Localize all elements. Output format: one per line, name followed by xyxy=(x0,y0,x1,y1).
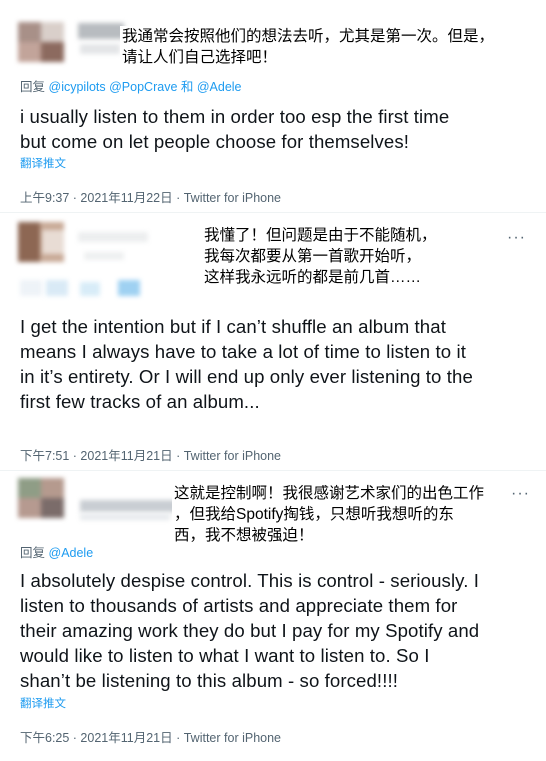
tweet-timestamp[interactable]: 上午9:37 · 2021年11月22日 · Twitter for iPhon… xyxy=(20,187,281,206)
tweet-timestamp[interactable]: 下午7:51 · 2021年11月21日 · Twitter for iPhon… xyxy=(20,445,281,464)
translation-overlay: 这就是控制啊！我很感谢艺术家们的出色工作 ，但我给Spotify掏钱，只想听我想… xyxy=(172,483,521,546)
tweet-text-line: I get the intention but if I can’t shuff… xyxy=(20,316,446,337)
tweet-text-line: first few tracks of an album... xyxy=(20,391,260,412)
replying-to: 回复 @Adele xyxy=(20,542,93,561)
tweet-text-line: I absolutely despise control. This is co… xyxy=(20,570,479,591)
translation-overlay: 我通常会按照他们的想法去听，尤其是第一次。但是， 请让人们自己选择吧！ xyxy=(120,26,544,68)
replying-label: 回复 xyxy=(20,80,46,94)
tweet-text-line: means I always have to take a lot of tim… xyxy=(20,341,466,362)
tweet-text-line: listen to thousands of artists and appre… xyxy=(20,595,458,616)
tweet-timestamp[interactable]: 下午6:25 · 2021年11月21日 · Twitter for iPhon… xyxy=(20,727,281,746)
replying-handles[interactable]: @icypilots @PopCrave 和 @Adele xyxy=(49,80,242,94)
user-handle[interactable] xyxy=(80,44,120,54)
blurred-block xyxy=(46,280,68,296)
translation-line: 西，我不想被强迫！ xyxy=(174,527,314,544)
more-options-icon[interactable]: ··· xyxy=(507,229,526,247)
tweet-text: I get the intention but if I can’t shuff… xyxy=(20,314,473,414)
translation-line: 我每次都要从第一首歌开始听， xyxy=(204,248,422,265)
blurred-block xyxy=(118,280,140,296)
divider xyxy=(0,470,546,471)
user-handle[interactable] xyxy=(84,252,124,260)
tweet-text: I absolutely despise control. This is co… xyxy=(20,568,479,693)
avatar[interactable] xyxy=(18,222,64,262)
translation-line: 请让人们自己选择吧！ xyxy=(122,49,278,66)
blurred-block xyxy=(20,280,42,296)
replying-to: 回复 @icypilots @PopCrave 和 @Adele xyxy=(20,76,242,95)
tweet-text-line: in it’s entirety. Or I will end up only … xyxy=(20,366,473,387)
tweet-text-line: their amazing work they do but I pay for… xyxy=(20,620,480,641)
replying-label: 回复 xyxy=(20,546,46,560)
display-name[interactable] xyxy=(78,232,148,242)
avatar[interactable] xyxy=(18,22,64,62)
avatar[interactable] xyxy=(18,478,64,518)
user-handle[interactable] xyxy=(80,514,170,520)
tweet-text-line: but come on let people choose for themse… xyxy=(20,131,409,152)
tweet-text-line: i usually listen to them in order too es… xyxy=(20,106,450,127)
translation-line: ，但我给Spotify掏钱，只想听我想听的东 xyxy=(174,506,454,523)
translation-line: 这样我永远听的都是前几首…… xyxy=(204,269,422,286)
translation-overlay: 我懂了！但问题是由于不能随机， 我每次都要从第一首歌开始听， 这样我永远听的都是… xyxy=(202,225,466,288)
replying-handles[interactable]: @Adele xyxy=(49,546,94,560)
display-name[interactable] xyxy=(78,23,124,39)
divider xyxy=(0,212,546,213)
display-name[interactable] xyxy=(80,500,180,512)
more-options-icon[interactable]: ··· xyxy=(511,485,530,503)
translate-tweet-link[interactable]: 翻译推文 xyxy=(20,695,66,711)
tweet-text: i usually listen to them in order too es… xyxy=(20,104,449,154)
tweet-text-line: would like to listen to what I want to l… xyxy=(20,645,430,666)
translation-line: 我通常会按照他们的想法去听，尤其是第一次。但是， xyxy=(122,28,495,45)
translation-line: 这就是控制啊！我很感谢艺术家们的出色工作 xyxy=(174,485,485,502)
tweet-text-line: shan’t be listening to this album - so f… xyxy=(20,670,399,691)
translation-line: 我懂了！但问题是由于不能随机， xyxy=(204,227,437,244)
blurred-block xyxy=(80,282,100,296)
translate-tweet-link[interactable]: 翻译推文 xyxy=(20,155,66,171)
